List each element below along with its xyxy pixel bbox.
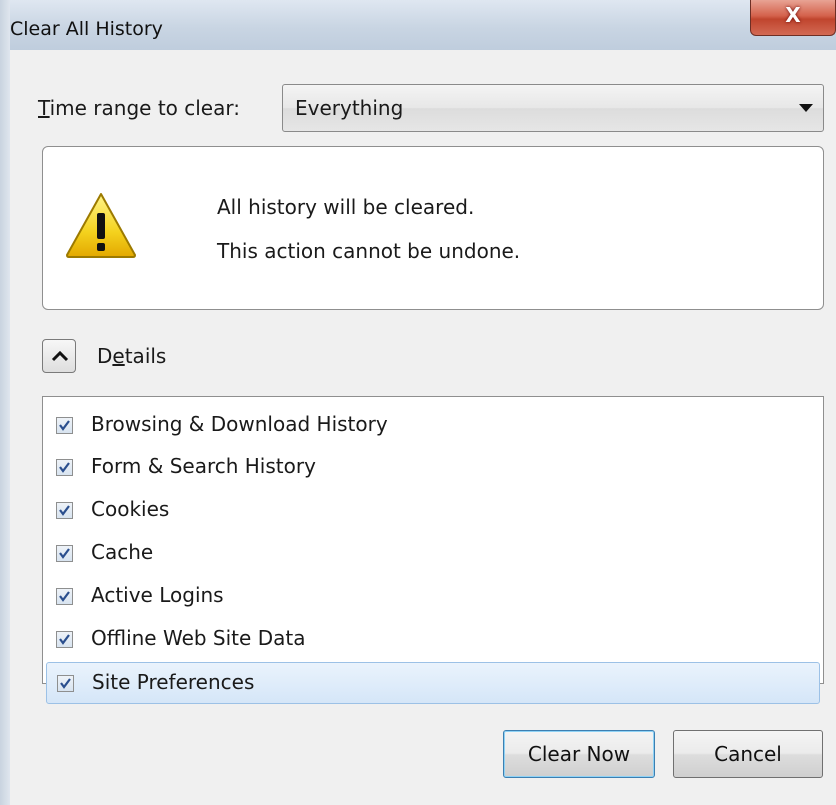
list-item-offline-web-site-data[interactable]: Offline Web Site Data — [46, 619, 820, 659]
checkbox[interactable] — [56, 459, 73, 476]
checkbox[interactable] — [56, 631, 73, 648]
clear-now-button[interactable]: Clear Now — [503, 730, 655, 778]
details-label[interactable]: Details — [97, 344, 166, 368]
checkmark-icon — [59, 634, 70, 645]
list-item-label: Offline Web Site Data — [91, 626, 306, 650]
list-item-label: Form & Search History — [91, 454, 316, 478]
list-item-active-logins[interactable]: Active Logins — [46, 576, 820, 616]
list-item-label: Cache — [91, 540, 154, 564]
warning-triangle-icon — [66, 193, 136, 258]
list-item-label: Active Logins — [91, 583, 224, 607]
window-title: Clear All History — [10, 18, 163, 40]
cancel-button[interactable]: Cancel — [673, 730, 823, 778]
title-bar: Clear All History X — [0, 0, 836, 50]
checkbox[interactable] — [57, 675, 74, 692]
time-range-select[interactable]: Everything — [282, 84, 824, 132]
list-item-label: Browsing & Download History — [91, 412, 388, 436]
list-item-browsing-download-history[interactable]: Browsing & Download History — [46, 405, 820, 445]
list-item-site-preferences[interactable]: Site Preferences — [46, 662, 820, 704]
list-item-label: Cookies — [91, 497, 170, 521]
chevron-up-icon — [51, 350, 69, 362]
window-frame — [0, 0, 10, 805]
close-button[interactable]: X — [750, 0, 836, 36]
details-toggle-button[interactable] — [42, 339, 76, 373]
warning-line-1: All history will be cleared. — [217, 195, 475, 219]
warning-box: All history will be cleared. This action… — [42, 146, 824, 310]
time-range-label: Time range to clear: — [38, 96, 240, 120]
list-item-label: Site Preferences — [92, 670, 255, 694]
checkbox[interactable] — [56, 417, 73, 434]
checkbox[interactable] — [56, 545, 73, 562]
checkmark-icon — [59, 591, 70, 602]
checkmark-icon — [59, 420, 70, 431]
history-items-list: Browsing & Download History Form & Searc… — [42, 396, 824, 704]
warning-line-2: This action cannot be undone. — [217, 239, 521, 263]
list-item-cache[interactable]: Cache — [46, 533, 820, 573]
checkmark-icon — [60, 678, 71, 689]
checkbox[interactable] — [56, 588, 73, 605]
chevron-down-icon — [799, 104, 813, 112]
time-range-value: Everything — [295, 96, 404, 120]
checkbox[interactable] — [56, 502, 73, 519]
checkmark-icon — [59, 548, 70, 559]
checkmark-icon — [59, 462, 70, 473]
list-item-cookies[interactable]: Cookies — [46, 490, 820, 530]
checkmark-icon — [59, 505, 70, 516]
list-item-form-search-history[interactable]: Form & Search History — [46, 447, 820, 487]
